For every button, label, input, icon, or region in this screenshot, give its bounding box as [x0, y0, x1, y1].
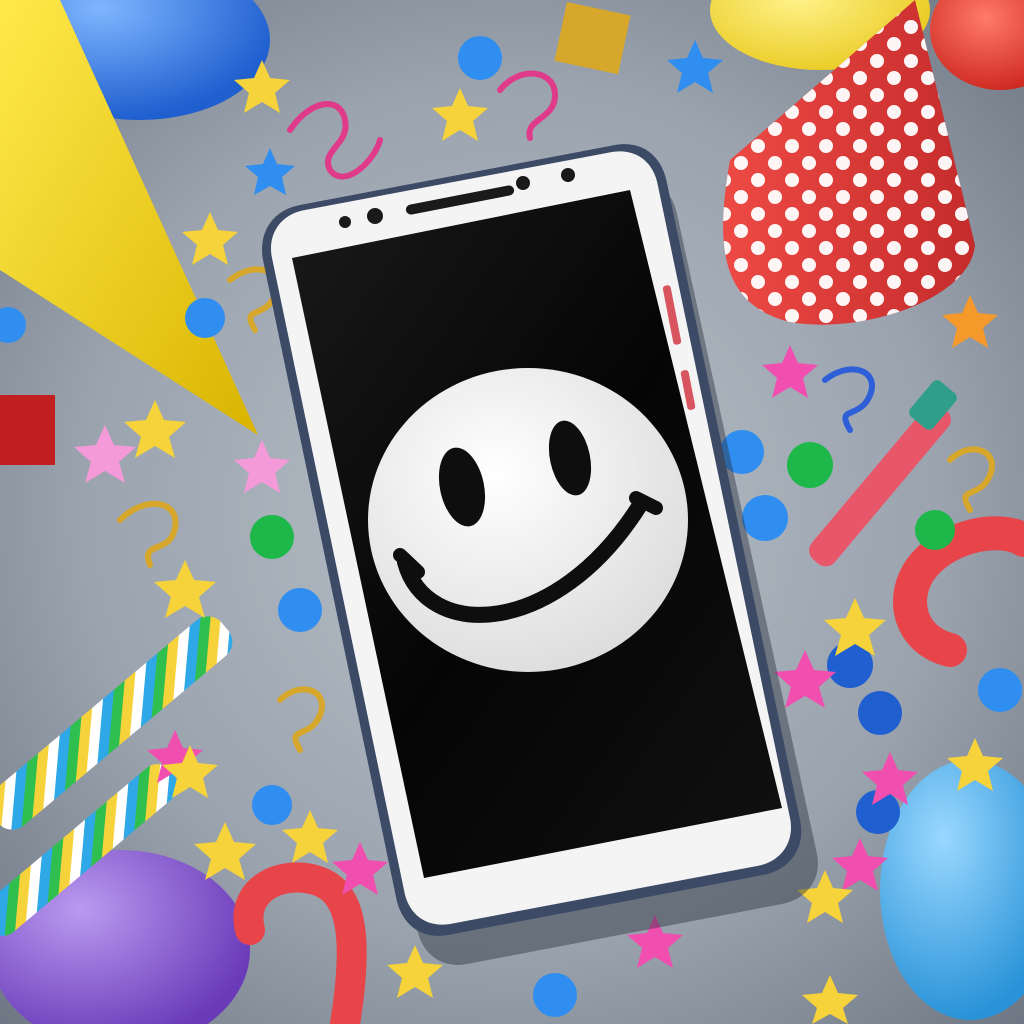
- phone-sensor: [339, 216, 351, 228]
- phone-camera: [367, 208, 383, 224]
- party-scene: [0, 0, 1024, 1024]
- phone-sensor: [516, 176, 530, 190]
- scene-canvas: [0, 0, 1024, 1024]
- gift-box: [0, 395, 55, 465]
- phone-sensor: [561, 168, 575, 182]
- smiley-face-icon: [368, 368, 688, 672]
